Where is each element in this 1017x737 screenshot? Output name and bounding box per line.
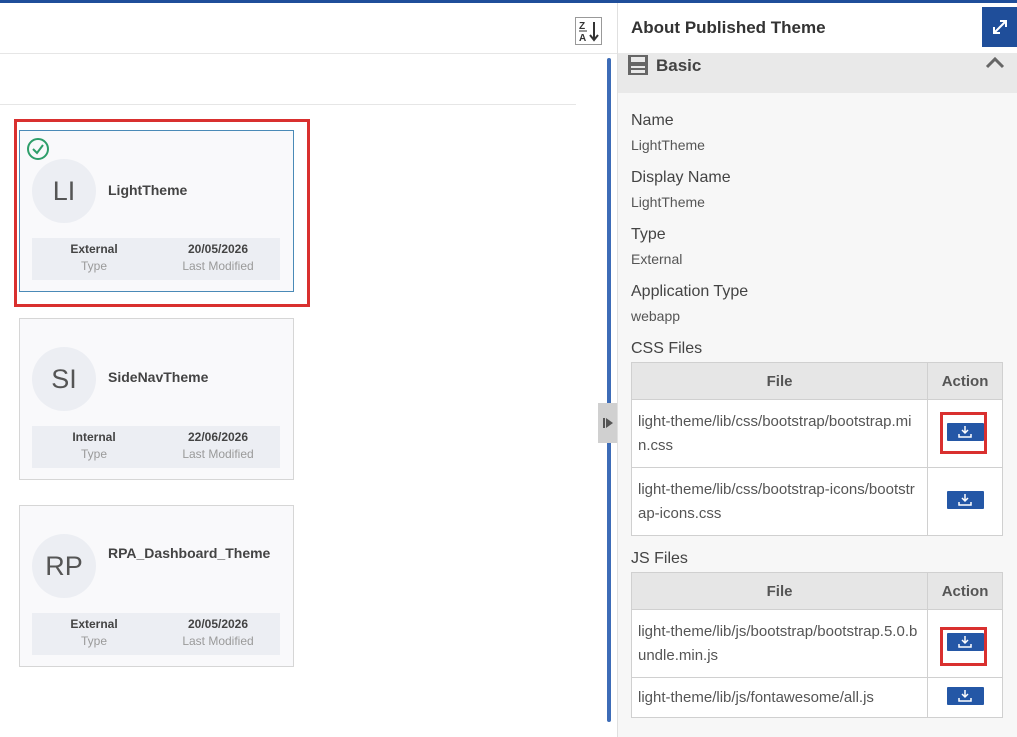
panel-title: About Published Theme	[631, 18, 826, 37]
type-label: Type	[631, 226, 666, 243]
section-title: Basic	[656, 56, 702, 75]
sort-za-icon: Z A	[578, 21, 599, 43]
modified-label: Last Modified	[182, 447, 254, 461]
theme-name: SideNavTheme	[108, 369, 209, 385]
theme-card-sidenavtheme[interactable]: SI SideNavTheme Internal Type 22/06/2026…	[19, 318, 294, 480]
type-label: Type	[80, 634, 107, 648]
card-meta: External Type 20/05/2026 Last Modified	[32, 613, 280, 655]
download-icon	[958, 493, 972, 506]
download-icon	[958, 689, 972, 702]
avatar: SI	[32, 347, 96, 411]
list-toolbar: Z A	[0, 3, 617, 54]
expand-icon	[993, 20, 1007, 34]
theme-list-panel: Z A LI LightTheme External Type 20/05/20…	[0, 3, 617, 737]
type-label: Type	[80, 447, 107, 461]
css-files-label: CSS Files	[631, 340, 703, 357]
highlight-box-css-download	[940, 412, 987, 454]
avatar: RP	[32, 534, 96, 598]
file-column-header: File	[630, 362, 929, 400]
svg-text:Z: Z	[579, 21, 585, 32]
collapse-panel-button[interactable]	[598, 403, 617, 443]
application-type-value: webapp	[631, 308, 681, 324]
action-column-header: Action	[927, 572, 1003, 610]
chevron-up-icon[interactable]	[985, 55, 1005, 69]
table-row: light-theme/lib/css/bootstrap-icons/boot…	[630, 467, 1003, 536]
card-meta: Internal Type 22/06/2026 Last Modified	[32, 426, 280, 468]
highlight-box-selected-card	[14, 119, 310, 307]
modified-value: 22/06/2026	[187, 430, 249, 444]
modified-label: Last Modified	[182, 634, 254, 648]
display-name-label: Display Name	[631, 169, 731, 186]
name-label: Name	[631, 112, 674, 129]
type-value: External	[70, 617, 118, 631]
file-path: light-theme/lib/css/bootstrap-icons/boot…	[630, 467, 929, 536]
application-type-label: Application Type	[631, 283, 749, 300]
expand-button[interactable]	[982, 7, 1017, 47]
file-path: light-theme/lib/js/bootstrap/bootstrap.5…	[630, 609, 929, 678]
save-disk-icon	[628, 55, 648, 75]
action-column-header: Action	[927, 362, 1003, 400]
file-path: light-theme/lib/js/fontawesome/all.js	[630, 677, 929, 718]
svg-text:A: A	[579, 33, 586, 43]
type-value: Internal	[72, 430, 116, 444]
table-row: light-theme/lib/js/fontawesome/all.js	[630, 677, 1003, 718]
download-button[interactable]	[946, 686, 984, 705]
file-path: light-theme/lib/css/bootstrap/bootstrap.…	[630, 399, 929, 468]
list-subheader	[0, 55, 576, 105]
theme-card-rpa-dashboard-theme[interactable]: RP RPA_Dashboard_Theme External Type 20/…	[19, 505, 294, 667]
download-button[interactable]	[946, 490, 984, 509]
panel-splitter[interactable]	[607, 58, 611, 722]
basic-section-header[interactable]: Basic	[618, 53, 1017, 93]
type-value: External	[631, 251, 683, 267]
sort-za-button[interactable]: Z A	[575, 17, 602, 45]
details-header: About Published Theme	[618, 3, 1017, 53]
js-files-label: JS Files	[631, 550, 688, 567]
theme-name: RPA_Dashboard_Theme	[108, 545, 271, 561]
modified-value: 20/05/2026	[187, 617, 249, 631]
display-name-value: LightTheme	[631, 194, 705, 210]
collapse-arrow-icon	[602, 418, 613, 428]
highlight-box-js-download	[940, 627, 987, 666]
file-column-header: File	[630, 572, 929, 610]
name-value: LightTheme	[631, 137, 705, 153]
